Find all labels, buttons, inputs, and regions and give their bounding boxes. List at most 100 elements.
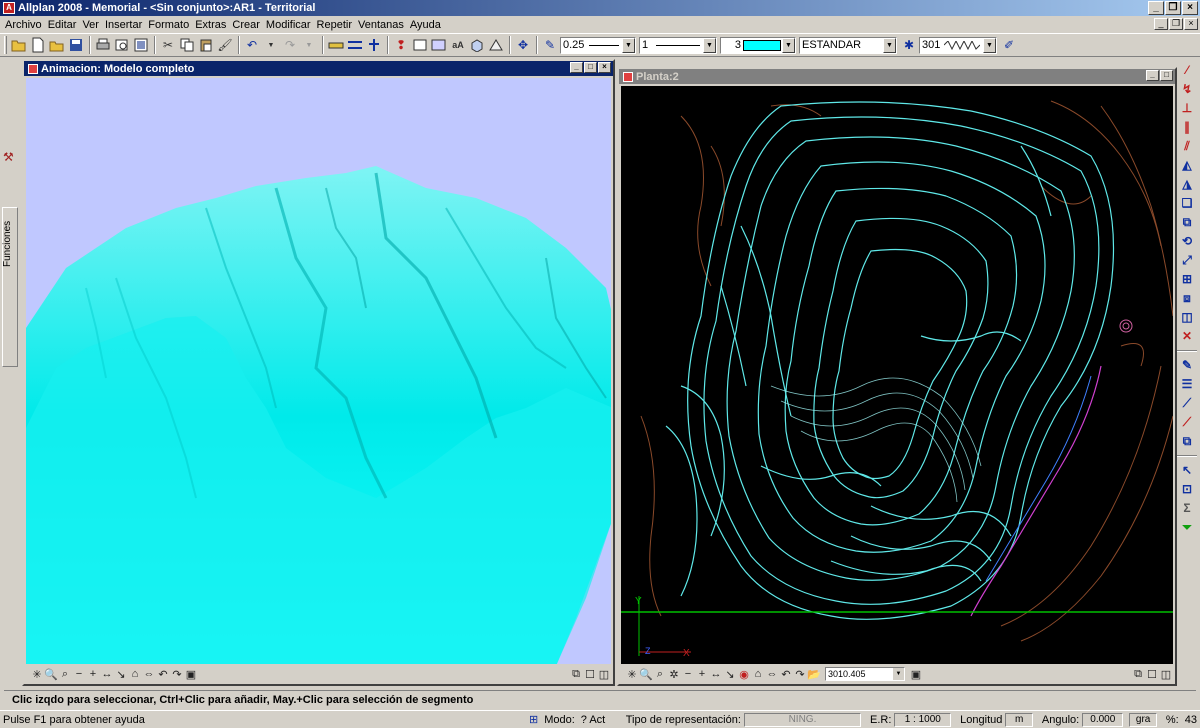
redo-icon[interactable]: ↷ xyxy=(281,36,299,54)
coordinate-field[interactable]: 3010.405 ▼ xyxy=(825,667,905,681)
pan-icon[interactable]: ↔ xyxy=(100,667,114,681)
line-format-icon[interactable]: ⟋ xyxy=(1178,394,1196,412)
chevron-down-icon[interactable]: ▼ xyxy=(883,37,896,53)
animation-viewport[interactable] xyxy=(26,78,611,664)
layers-icon[interactable] xyxy=(430,36,448,54)
representation-value[interactable]: NING. xyxy=(743,712,862,727)
maximize-button[interactable]: □ xyxy=(1160,70,1173,81)
layer-select[interactable]: ESTANDAR ▼ xyxy=(799,36,897,54)
angle-unit[interactable]: gra xyxy=(1129,712,1157,727)
display-mode-icon[interactable]: ◉ xyxy=(737,667,751,681)
menu-insertar[interactable]: Insertar xyxy=(102,19,145,31)
color-format-icon[interactable]: ⟋ xyxy=(1178,413,1196,431)
zoom-window-icon[interactable]: ⌕ xyxy=(58,667,72,681)
zoom-out-icon[interactable]: − xyxy=(681,667,695,681)
rotate-icon[interactable]: ⟲ xyxy=(1178,232,1196,250)
minimize-button[interactable]: _ xyxy=(570,62,583,73)
window-settings-icon[interactable]: ☐ xyxy=(583,667,597,681)
mdi-restore-button[interactable]: ❐ xyxy=(1169,18,1183,30)
parallel-icon[interactable]: ∥ xyxy=(1178,118,1196,136)
print-icon[interactable] xyxy=(94,36,112,54)
format-painter-icon[interactable]: 🖌 xyxy=(216,36,234,54)
zoom-in-icon[interactable]: + xyxy=(86,667,100,681)
minimize-button[interactable]: _ xyxy=(1146,70,1159,81)
distribute-icon[interactable] xyxy=(346,36,364,54)
mdi-close-button[interactable]: × xyxy=(1184,18,1198,30)
open-view-icon[interactable]: 📂 xyxy=(807,667,821,681)
trim-icon[interactable]: ◫ xyxy=(1178,308,1196,326)
scale-icon[interactable]: ⤢ xyxy=(1178,251,1196,269)
undo-icon[interactable]: ↶ xyxy=(243,36,261,54)
zoom-icon[interactable]: 🔍 xyxy=(44,667,58,681)
eyedropper-icon[interactable]: ✎ xyxy=(1178,356,1196,374)
allplan-icon[interactable]: A xyxy=(3,2,15,14)
restore-button[interactable]: ❐ xyxy=(1165,1,1181,15)
eyedropper-icon[interactable]: ✎ xyxy=(541,36,559,54)
copy-icon[interactable]: ❏ xyxy=(1178,194,1196,212)
copy-icon[interactable] xyxy=(178,36,196,54)
print-preview-icon[interactable] xyxy=(113,36,131,54)
zoom-window-icon[interactable]: ⌕ xyxy=(653,667,667,681)
filter-icon[interactable]: ⏷ xyxy=(1178,518,1196,536)
window-arrange-icon[interactable]: ⧉ xyxy=(569,667,583,681)
chevron-down-icon[interactable]: ▼ xyxy=(893,668,904,680)
menu-modificar[interactable]: Modificar xyxy=(263,19,314,31)
marker-icon[interactable]: ❢ xyxy=(392,36,410,54)
maximize-button[interactable]: □ xyxy=(584,62,597,73)
regenerate-icon[interactable]: ✲ xyxy=(667,667,681,681)
cut-icon[interactable]: ✂ xyxy=(159,36,177,54)
align-icon[interactable] xyxy=(365,36,383,54)
mirror-icon[interactable]: ◭ xyxy=(1178,156,1196,174)
menu-ayuda[interactable]: Ayuda xyxy=(407,19,444,31)
previous-view-icon[interactable]: ↶ xyxy=(779,667,793,681)
zoom-in-icon[interactable]: + xyxy=(695,667,709,681)
plan-viewport[interactable]: Y Z X xyxy=(621,86,1173,664)
save-icon[interactable] xyxy=(67,36,85,54)
contour-map[interactable]: Y Z X xyxy=(621,86,1173,664)
next-view-icon[interactable]: ↷ xyxy=(793,667,807,681)
length-unit[interactable]: m xyxy=(1005,712,1033,727)
delete-icon[interactable]: ✕ xyxy=(1178,327,1196,345)
plan-window-caption[interactable]: Planta:2 _ □ xyxy=(619,69,1175,84)
sync-view-icon[interactable]: ⇔ xyxy=(142,667,156,681)
paste-icon[interactable] xyxy=(197,36,215,54)
stretch-icon[interactable]: ↯ xyxy=(1178,80,1196,98)
window-settings-icon[interactable]: ☐ xyxy=(1145,667,1159,681)
array-icon[interactable]: ⊞ xyxy=(1178,270,1196,288)
redo-dropdown-icon[interactable]: ▼ xyxy=(300,36,318,54)
offset-icon[interactable]: ⫽ xyxy=(1178,137,1196,155)
animation-icon[interactable]: ▣ xyxy=(909,667,923,681)
previous-view-icon[interactable]: ↶ xyxy=(156,667,170,681)
layer-format-icon[interactable]: ⧉ xyxy=(1178,432,1196,450)
mirror-copy-icon[interactable]: ◮ xyxy=(1178,175,1196,193)
drawing-files-icon[interactable] xyxy=(411,36,429,54)
menu-ver[interactable]: Ver xyxy=(79,19,102,31)
group-select-icon[interactable]: ⊡ xyxy=(1178,480,1196,498)
color-select[interactable]: 3 ▼ xyxy=(720,36,796,54)
object-icon[interactable] xyxy=(487,36,505,54)
mdi-minimize-button[interactable]: _ xyxy=(1154,18,1168,30)
render-icon[interactable]: ◫ xyxy=(597,667,611,681)
next-view-icon[interactable]: ↷ xyxy=(170,667,184,681)
snowflake-icon[interactable]: ✳ xyxy=(625,667,639,681)
select-filter-icon[interactable]: ✥ xyxy=(514,36,532,54)
chevron-down-icon[interactable]: ▼ xyxy=(622,37,635,53)
modify-points-icon[interactable]: ⁄ xyxy=(1178,61,1196,79)
animation-icon[interactable]: ▣ xyxy=(184,667,198,681)
toolbar-grip[interactable] xyxy=(4,36,7,54)
window-arrange-icon[interactable]: ⧉ xyxy=(1131,667,1145,681)
minimize-button[interactable]: _ xyxy=(1148,1,1164,15)
menu-crear[interactable]: Crear xyxy=(229,19,263,31)
pan-down-icon[interactable]: ↘ xyxy=(723,667,737,681)
menu-editar[interactable]: Editar xyxy=(45,19,80,31)
view-cube-icon[interactable]: ⌂ xyxy=(751,667,765,681)
zoom-icon[interactable]: 🔍 xyxy=(639,667,653,681)
format-properties-icon[interactable]: ✐ xyxy=(1000,36,1018,54)
move-icon[interactable]: ⧉ xyxy=(1178,213,1196,231)
view-cube-icon[interactable]: ⌂ xyxy=(128,667,142,681)
open-project-icon[interactable] xyxy=(48,36,66,54)
close-button[interactable]: × xyxy=(598,62,611,73)
select-icon[interactable]: ↖ xyxy=(1178,461,1196,479)
pen-thickness-select[interactable]: 0.25 ▼ xyxy=(560,36,636,54)
sync-view-icon[interactable]: ⇔ xyxy=(765,667,779,681)
